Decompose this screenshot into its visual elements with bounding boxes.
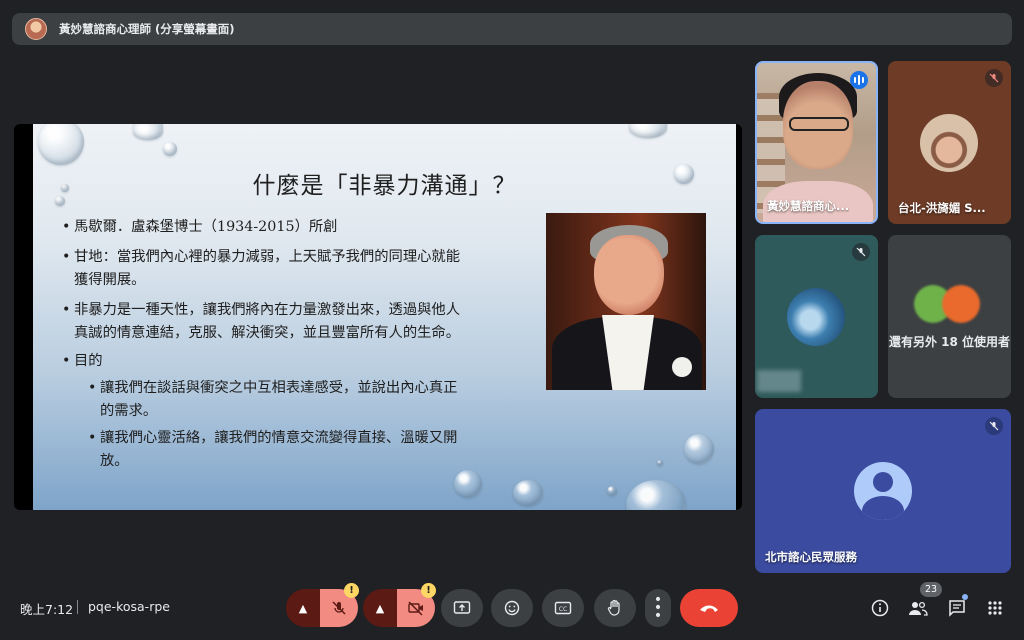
clock: 晚上7:12 xyxy=(20,602,74,617)
mic-off-icon xyxy=(852,243,870,261)
raise-hand-button[interactable] xyxy=(594,589,636,627)
mic-off-icon xyxy=(985,417,1003,435)
participant-tile[interactable]: 台北-洪旖媚 S... xyxy=(888,61,1011,224)
more-participants-tile[interactable]: 還有另外 18 位使用者 xyxy=(888,235,1011,398)
water-drop xyxy=(454,470,482,498)
avatar xyxy=(787,288,845,346)
warning-badge: ! xyxy=(421,583,436,598)
camera-off-icon xyxy=(408,601,423,616)
slide-bullet: • 非暴力是一種天性，讓我們將內在力量激發出來，透過與他人 真誠的情意連結，克服、解… xyxy=(62,302,461,341)
emoji-icon xyxy=(504,600,520,616)
presentation-slide: 什麼是「非暴力溝通」？ • 馬歇爾．盧森堡博士（1934-2015）所創 • 甘地：… xyxy=(33,124,736,510)
audio-options-button[interactable]: ▲ xyxy=(286,589,320,627)
water-drop xyxy=(629,124,667,138)
shared-screen[interactable]: 什麼是「非暴力溝通」？ • 馬歇爾．盧森堡博士（1934-2015）所創 • 甘地：… xyxy=(14,124,742,510)
meeting-code: pqe-kosa-rpe xyxy=(88,599,170,614)
slide-sub-bullet: • 讓我們在談話與衝突之中互相表達感受，並說出內心真正 的需求。 xyxy=(88,380,458,419)
captions-icon: CC xyxy=(554,601,572,615)
slide-title: 什麼是「非暴力溝通」？ xyxy=(252,173,517,199)
water-drop xyxy=(657,460,663,466)
chevron-up-icon: ▲ xyxy=(375,601,385,615)
people-button[interactable] xyxy=(906,596,930,620)
video-options-button[interactable]: ▲ xyxy=(363,589,397,627)
people-icon xyxy=(909,601,928,616)
people-count-badge: 23 xyxy=(920,582,943,597)
water-drop xyxy=(163,142,177,156)
slide-sub-bullet: • 讓我們心靈活絡，讓我們的情意交流變得直接、溫暖又開 放。 xyxy=(88,430,458,469)
apps-grid-icon xyxy=(988,601,1002,615)
emoji-button[interactable] xyxy=(491,589,533,627)
info-icon xyxy=(871,599,889,617)
avatar xyxy=(942,285,980,323)
water-drop xyxy=(38,124,84,165)
warning-badge: ! xyxy=(344,583,359,598)
mic-off-icon xyxy=(332,601,346,615)
portrait-photo xyxy=(546,213,706,390)
speaking-indicator-icon xyxy=(850,71,868,89)
more-vert-icon: • • • xyxy=(653,592,663,624)
participant-tile[interactable]: 北市諮心民眾服務 xyxy=(755,409,1011,573)
water-drop xyxy=(626,480,686,510)
activities-button[interactable] xyxy=(983,596,1007,620)
presenter-avatar xyxy=(25,18,47,40)
water-drop xyxy=(607,486,617,496)
chat-icon xyxy=(949,600,965,617)
water-drop xyxy=(684,434,714,464)
participant-name: 北市諮心民眾服務 xyxy=(765,550,857,564)
presenter-banner: 黃妙慧諮商心理師 (分享螢幕畫面) xyxy=(12,13,1012,45)
more-participants-label: 還有另外 18 位使用者 xyxy=(888,335,1011,349)
mic-control-group: ▲ ! xyxy=(286,583,359,627)
chevron-up-icon: ▲ xyxy=(298,601,308,615)
unread-dot xyxy=(962,594,968,600)
meeting-details-button[interactable] xyxy=(868,596,892,620)
leave-call-button[interactable] xyxy=(680,589,738,627)
present-screen-button[interactable] xyxy=(441,589,483,627)
slide-bullet: • 目的 xyxy=(62,353,103,369)
participant-name: 黃妙慧諮商心... xyxy=(767,199,850,213)
participant-tile[interactable]: 黃妙慧諮商心... xyxy=(755,61,878,224)
slide-bullet: • 馬歇爾．盧森堡博士（1934-2015）所創 xyxy=(62,219,338,235)
present-screen-icon xyxy=(453,601,471,614)
divider xyxy=(77,600,78,614)
water-drop xyxy=(513,480,543,506)
water-drop xyxy=(133,124,163,140)
avatar xyxy=(920,114,978,172)
hang-up-icon xyxy=(700,605,718,612)
svg-text:CC: CC xyxy=(559,606,567,613)
captions-button[interactable]: CC xyxy=(542,589,584,627)
person-icon xyxy=(854,462,912,520)
participant-tile[interactable] xyxy=(755,235,878,398)
mic-off-icon xyxy=(985,69,1003,87)
participant-name: 台北-洪旖媚 S... xyxy=(898,201,986,215)
raise-hand-icon xyxy=(607,599,620,616)
presenter-label: 黃妙慧諮商心理師 (分享螢幕畫面) xyxy=(59,22,235,36)
camera-control-group: ▲ ! xyxy=(363,583,436,627)
more-options-button[interactable]: • • • xyxy=(645,589,671,627)
slide-bullet: • 甘地：當我們內心裡的暴力減弱，上天賦予我們的同理心就能 獲得開展。 xyxy=(62,249,461,288)
